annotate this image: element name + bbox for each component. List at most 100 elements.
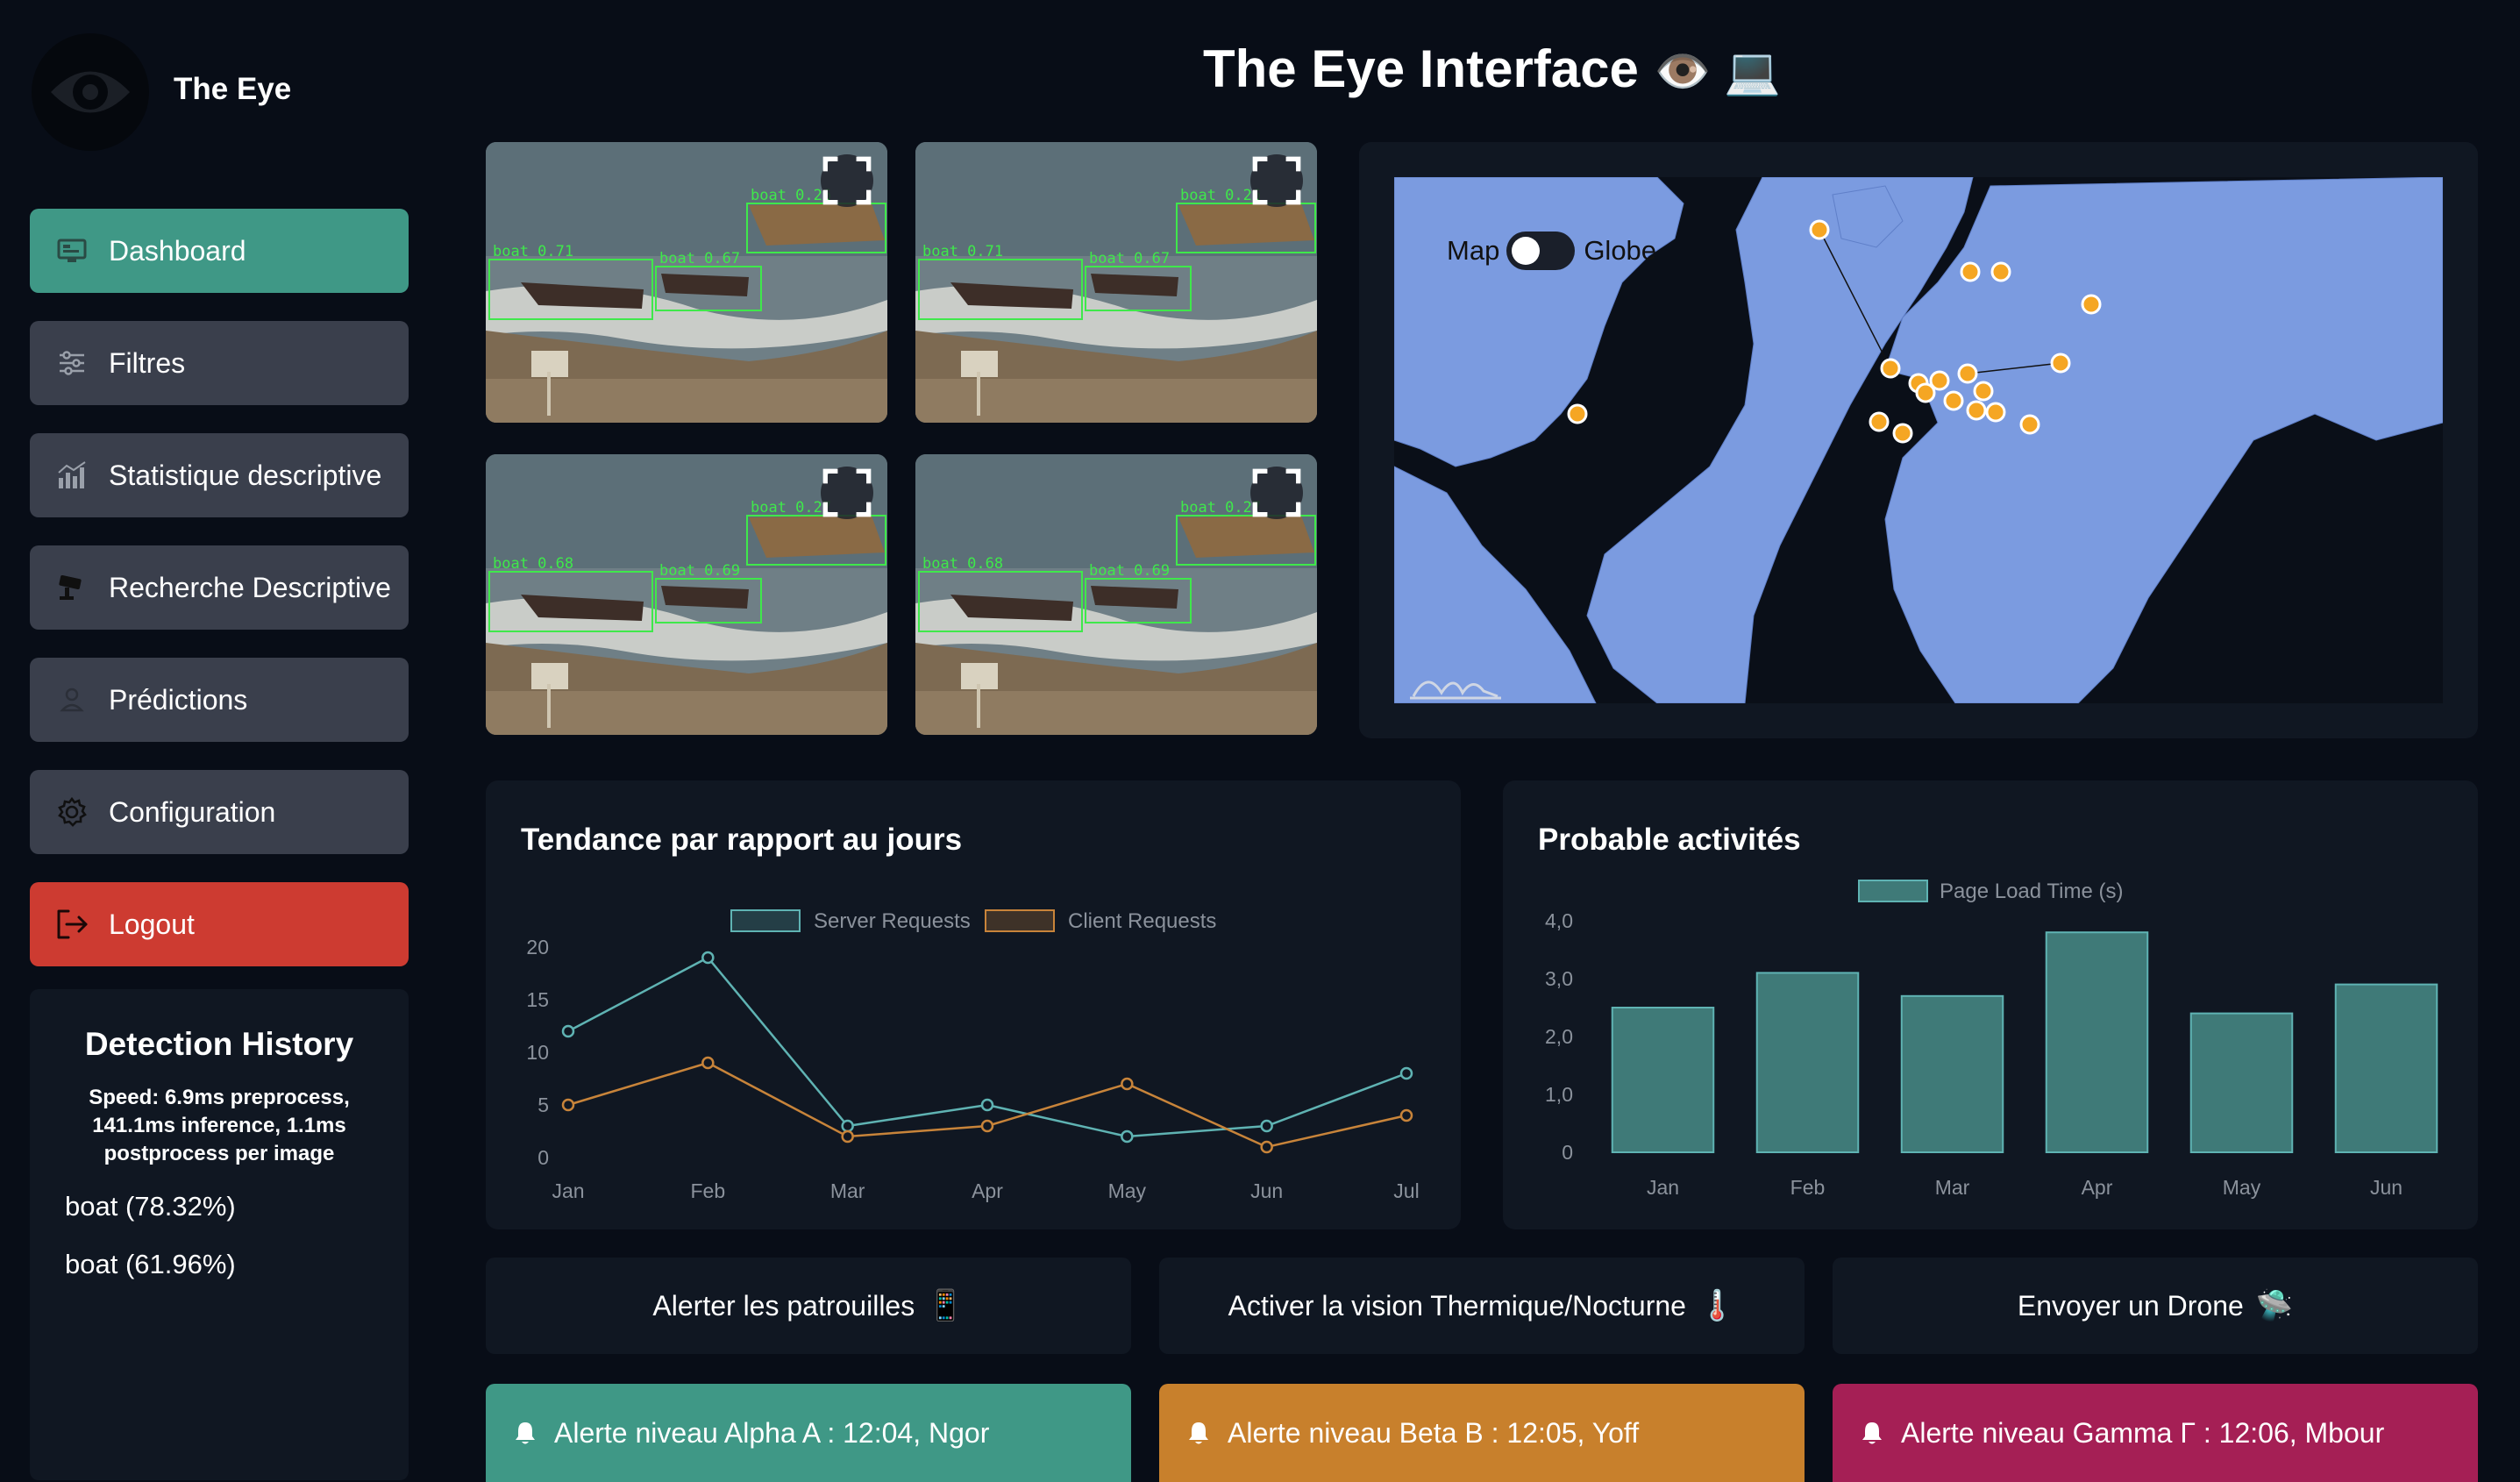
logout-button[interactable]: Logout: [30, 882, 409, 966]
fullscreen-button[interactable]: [821, 467, 873, 519]
legend-swatch: [730, 909, 801, 932]
sidebar-item-label: Prédictions: [109, 683, 248, 716]
data-point: [1121, 1077, 1134, 1091]
data-point: [701, 1056, 715, 1070]
video-feed-4[interactable]: boat 0.68 boat 0.69 boat 0.27: [915, 454, 1317, 735]
video-feed-3[interactable]: boat 0.68 boat 0.69 boat 0.27: [486, 454, 887, 735]
y-tick-label: 5: [537, 1094, 549, 1116]
detection-label: boat 0.69: [659, 562, 740, 580]
x-tick-label: Feb: [1790, 1176, 1826, 1199]
sidebar-item-label: Filtres: [109, 346, 186, 379]
alert-patrols-button[interactable]: Alerter les patrouilles 📱: [486, 1258, 1131, 1354]
video-feed-1[interactable]: boat 0.71 boat 0.67 boat 0.26: [486, 142, 887, 423]
sidebar-item-label: Statistique descriptive: [109, 459, 382, 491]
bar-chart-icon: [54, 458, 89, 493]
x-tick-label: Jul: [1393, 1179, 1419, 1202]
bar: [1755, 972, 1860, 1153]
user-icon: [54, 682, 89, 717]
toggle-switch[interactable]: [1506, 232, 1576, 270]
detection-label: boat 0.67: [1089, 250, 1170, 267]
sidebar-item-label: Dashboard: [109, 234, 246, 267]
map-marker: [1985, 402, 2006, 423]
legend-label: Server Requests: [814, 909, 971, 933]
detection-label: boat 0.68: [493, 555, 573, 573]
detection-label: boat 0.68: [922, 555, 1003, 573]
map-marker: [1943, 390, 1964, 411]
detection-label: boat 0.69: [1089, 562, 1170, 580]
data-point: [841, 1129, 854, 1144]
drone-icon: 🛸: [2255, 1289, 2294, 1322]
camera-icon: [54, 570, 89, 605]
fullscreen-button[interactable]: [1250, 467, 1303, 519]
detection-history-panel: Detection History Speed: 6.9ms preproces…: [30, 989, 409, 1480]
data-point: [1121, 1129, 1134, 1144]
map-globe-toggle[interactable]: Map Globe: [1447, 232, 1656, 270]
video-feed-2[interactable]: boat 0.71 boat 0.67 boat 0.26: [915, 142, 1317, 423]
thermal-vision-button[interactable]: Activer la vision Thermique/Nocturne 🌡️: [1159, 1258, 1805, 1354]
sidebar-item-predictions[interactable]: Prédictions: [30, 658, 409, 742]
map-marker: [1957, 363, 1978, 384]
sidebar-item-statistique[interactable]: Statistique descriptive: [30, 433, 409, 517]
x-tick-label: Feb: [691, 1179, 726, 1202]
fullscreen-button[interactable]: [821, 154, 873, 207]
x-tick-label: Jun: [2370, 1176, 2403, 1199]
map-marker: [2081, 294, 2102, 315]
detection-item: boat (61.96%): [65, 1249, 236, 1279]
map-marker: [1973, 381, 1994, 402]
sidebar-item-dashboard[interactable]: Dashboard: [30, 209, 409, 293]
fullscreen-icon: [1252, 468, 1301, 517]
map-marker: [1990, 261, 2011, 282]
fullscreen-button[interactable]: [1250, 154, 1303, 207]
x-tick-label: Apr: [972, 1179, 1003, 1202]
sidebar-item-recherche[interactable]: Recherche Descriptive: [30, 545, 409, 630]
fullscreen-icon: [822, 156, 872, 205]
legend-label: Page Load Time (s): [1940, 880, 2123, 903]
data-point: [561, 1098, 575, 1112]
x-tick-label: Jan: [552, 1179, 584, 1202]
gear-icon: [54, 794, 89, 830]
map-marker: [1892, 423, 1913, 444]
activity-chart-card: Probable activités 0 1,0 2,0 3,0 4,0 Jan Feb Ma…: [1503, 780, 2478, 1229]
thermometer-icon: 🌡️: [1698, 1289, 1736, 1322]
bar: [2189, 1012, 2294, 1153]
data-point: [841, 1119, 854, 1133]
data-point: [980, 1119, 994, 1133]
dashboard-icon: [54, 233, 89, 268]
detection-item: boat (78.32%): [65, 1191, 236, 1222]
bell-icon: [1862, 1422, 1882, 1444]
sliders-icon: [54, 346, 89, 381]
brand-name: The Eye: [174, 72, 292, 106]
map-marker: [1567, 403, 1588, 424]
alert-gamma: Alerte niveau Gamma Γ : 12:06, Mbour: [1833, 1384, 2478, 1482]
x-tick-label: Apr: [2082, 1176, 2113, 1199]
data-point: [1260, 1119, 1273, 1133]
title-emoji: 👁️ 💻: [1654, 46, 1781, 97]
y-tick-label: 3,0: [1545, 967, 1573, 990]
sidebar-item-filtres[interactable]: Filtres: [30, 321, 409, 405]
detection-label: boat 0.71: [493, 243, 573, 260]
detection-label: boat 0.27: [751, 499, 831, 517]
logout-icon: [54, 907, 89, 942]
y-tick-label: 4,0: [1545, 909, 1573, 932]
data-point: [1260, 1140, 1273, 1154]
y-tick-label: 2,0: [1545, 1025, 1573, 1048]
detection-label: boat 0.26: [1180, 187, 1261, 204]
phone-icon: 📱: [927, 1289, 965, 1322]
map-marker: [1880, 358, 1901, 379]
bar: [2334, 983, 2438, 1153]
send-drone-button[interactable]: Envoyer un Drone 🛸: [1833, 1258, 2478, 1354]
x-tick-label: Mar: [1935, 1176, 1970, 1199]
sidebar-item-configuration[interactable]: Configuration: [30, 770, 409, 854]
data-point: [701, 951, 715, 965]
fullscreen-icon: [1252, 156, 1301, 205]
map-marker: [1960, 261, 1981, 282]
alert-beta: Alerte niveau Beta B : 12:05, Yoff: [1159, 1384, 1805, 1482]
world-map-card: Map Globe: [1359, 142, 2478, 738]
trend-line-chart: 0 5 10 15 20 Jan Feb Mar Apr May Jun Jul Server Requ…: [526, 909, 1420, 1202]
legend-label: Client Requests: [1068, 909, 1216, 933]
data-point: [1399, 1066, 1413, 1080]
bar: [1900, 994, 2004, 1153]
x-tick-label: May: [2223, 1176, 2261, 1199]
y-tick-label: 10: [526, 1041, 549, 1064]
toggle-right-label: Globe: [1584, 235, 1657, 266]
